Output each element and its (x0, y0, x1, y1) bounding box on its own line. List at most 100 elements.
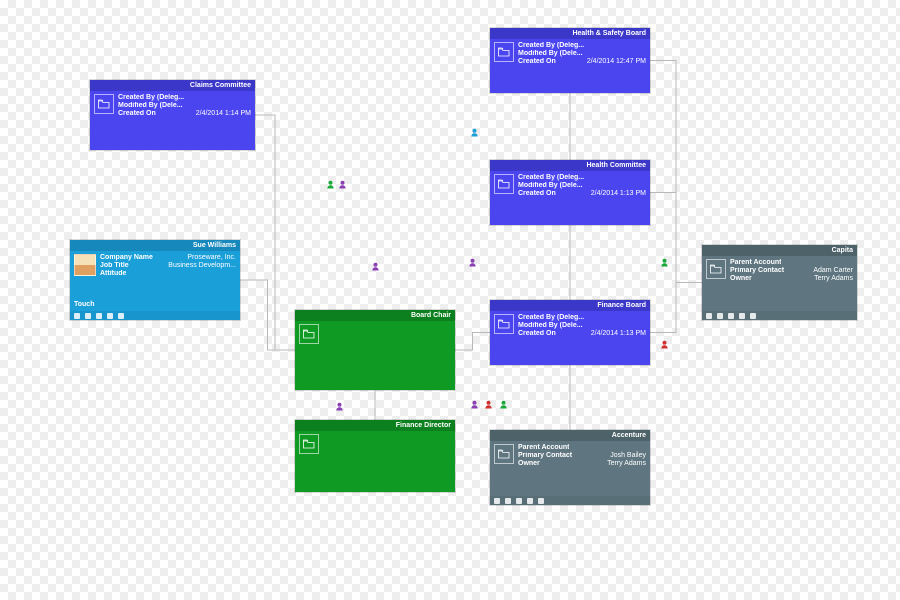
field-value (640, 314, 646, 322)
field-label: Created On (518, 190, 556, 198)
field-value: 2/4/2014 1:14 PM (190, 110, 251, 118)
footer-action-icon[interactable] (717, 313, 723, 319)
node-finance_dir[interactable]: Finance Director (295, 420, 455, 492)
field-label: Owner (518, 460, 540, 468)
field-label: Attitude (100, 270, 126, 278)
node-footer (490, 496, 650, 505)
field-value: Business Developm... (162, 262, 236, 270)
field-value (640, 444, 646, 452)
person-marker-icon (660, 258, 669, 267)
footer-action-icon[interactable] (494, 498, 500, 504)
field-label: Modified By (Dele... (518, 50, 583, 58)
node-sue[interactable]: Sue Williams Company Name Proseware, Inc. J… (70, 240, 240, 320)
person-marker-icon (470, 400, 479, 409)
field-label: Owner (730, 275, 752, 283)
footer-action-icon[interactable] (750, 313, 756, 319)
field-value (245, 102, 251, 110)
node-title: Health & Safety Board (490, 28, 650, 39)
footer-action-icon[interactable] (505, 498, 511, 504)
node-body (295, 431, 455, 456)
node-title: Accenture (490, 430, 650, 441)
folder-icon (494, 174, 514, 194)
node-title: Health Committee (490, 160, 650, 171)
field-label: Created On (118, 110, 156, 118)
node-title: Finance Director (295, 420, 455, 431)
node-claims[interactable]: Claims CommitteeCreated By (Deleg...Modi… (90, 80, 255, 150)
node-body: Created By (Deleg...Modified By (Dele...… (490, 311, 650, 340)
field-label: Created On (518, 330, 556, 338)
node-health[interactable]: Health CommitteeCreated By (Deleg...Modi… (490, 160, 650, 225)
folder-icon (706, 259, 726, 279)
field-value: Terry Adams (808, 275, 853, 283)
node-title: Sue Williams (70, 240, 240, 251)
node-body: Parent AccountPrimary ContactJosh Bailey… (490, 441, 650, 470)
node-title: Claims Committee (90, 80, 255, 91)
node-body (295, 321, 455, 346)
node-title: Finance Board (490, 300, 650, 311)
field-value: Proseware, Inc. (181, 254, 236, 262)
person-marker-icon (338, 180, 347, 189)
person-marker-icon (660, 340, 669, 349)
footer-action-icon[interactable] (74, 313, 80, 319)
field-value (640, 322, 646, 330)
person-marker-icon (484, 400, 493, 409)
node-body: Created By (Deleg...Modified By (Dele...… (490, 171, 650, 200)
person-marker-icon (468, 258, 477, 267)
person-marker-icon (335, 402, 344, 411)
folder-icon (299, 434, 319, 454)
footer-action-icon[interactable] (739, 313, 745, 319)
node-board_chair[interactable]: Board Chair (295, 310, 455, 390)
field-label: Modified By (Dele... (118, 102, 183, 110)
field-label: Modified By (Dele... (518, 182, 583, 190)
footer-action-icon[interactable] (96, 313, 102, 319)
footer-action-icon[interactable] (706, 313, 712, 319)
field-label: Created By (Deleg... (518, 174, 584, 182)
field-value: 2/4/2014 1:13 PM (585, 190, 646, 198)
folder-icon (494, 42, 514, 62)
field-label: Created On (518, 58, 556, 66)
node-title: Capita (702, 245, 857, 256)
field-value: 2/4/2014 12:47 PM (581, 58, 646, 66)
field-label: Job Title (100, 262, 129, 270)
field-value: 2/4/2014 1:13 PM (585, 330, 646, 338)
field-value (230, 270, 236, 278)
field-value (640, 174, 646, 182)
field-value (640, 50, 646, 58)
footer-action-icon[interactable] (527, 498, 533, 504)
touch-label: Touch (74, 301, 94, 308)
field-label: Primary Contact (730, 267, 784, 275)
folder-icon (94, 94, 114, 114)
field-value (640, 42, 646, 50)
org-chart-canvas[interactable]: Claims CommitteeCreated By (Deleg...Modi… (0, 0, 900, 600)
field-label: Parent Account (730, 259, 781, 267)
avatar (74, 254, 96, 276)
node-body: Created By (Deleg...Modified By (Dele...… (90, 91, 255, 120)
footer-action-icon[interactable] (118, 313, 124, 319)
field-label: Created By (Deleg... (518, 314, 584, 322)
node-title: Board Chair (295, 310, 455, 321)
field-label: Company Name (100, 254, 153, 262)
node-body: Created By (Deleg...Modified By (Dele...… (490, 39, 650, 68)
person-marker-icon (499, 400, 508, 409)
footer-action-icon[interactable] (107, 313, 113, 319)
person-marker-icon (326, 180, 335, 189)
footer-action-icon[interactable] (538, 498, 544, 504)
field-label: Parent Account (518, 444, 569, 452)
node-capita[interactable]: Capita Parent AccountPrimary Contact Adam … (702, 245, 857, 320)
field-value (847, 259, 853, 267)
footer-action-icon[interactable] (728, 313, 734, 319)
person-marker-icon (371, 262, 380, 271)
field-value (640, 182, 646, 190)
node-health_safety[interactable]: Health & Safety BoardCreated By (Deleg..… (490, 28, 650, 93)
folder-icon (299, 324, 319, 344)
field-label: Created By (Deleg... (118, 94, 184, 102)
node-footer (70, 311, 240, 320)
node-body: Parent AccountPrimary Contact Adam Carter… (702, 256, 857, 285)
field-value: Josh Bailey (604, 452, 646, 460)
footer-action-icon[interactable] (516, 498, 522, 504)
footer-action-icon[interactable] (85, 313, 91, 319)
node-accenture[interactable]: AccentureParent AccountPrimary ContactJo… (490, 430, 650, 505)
field-label: Modified By (Dele... (518, 322, 583, 330)
field-value: Adam Carter (807, 267, 853, 275)
node-finance_board[interactable]: Finance BoardCreated By (Deleg...Modifie… (490, 300, 650, 365)
